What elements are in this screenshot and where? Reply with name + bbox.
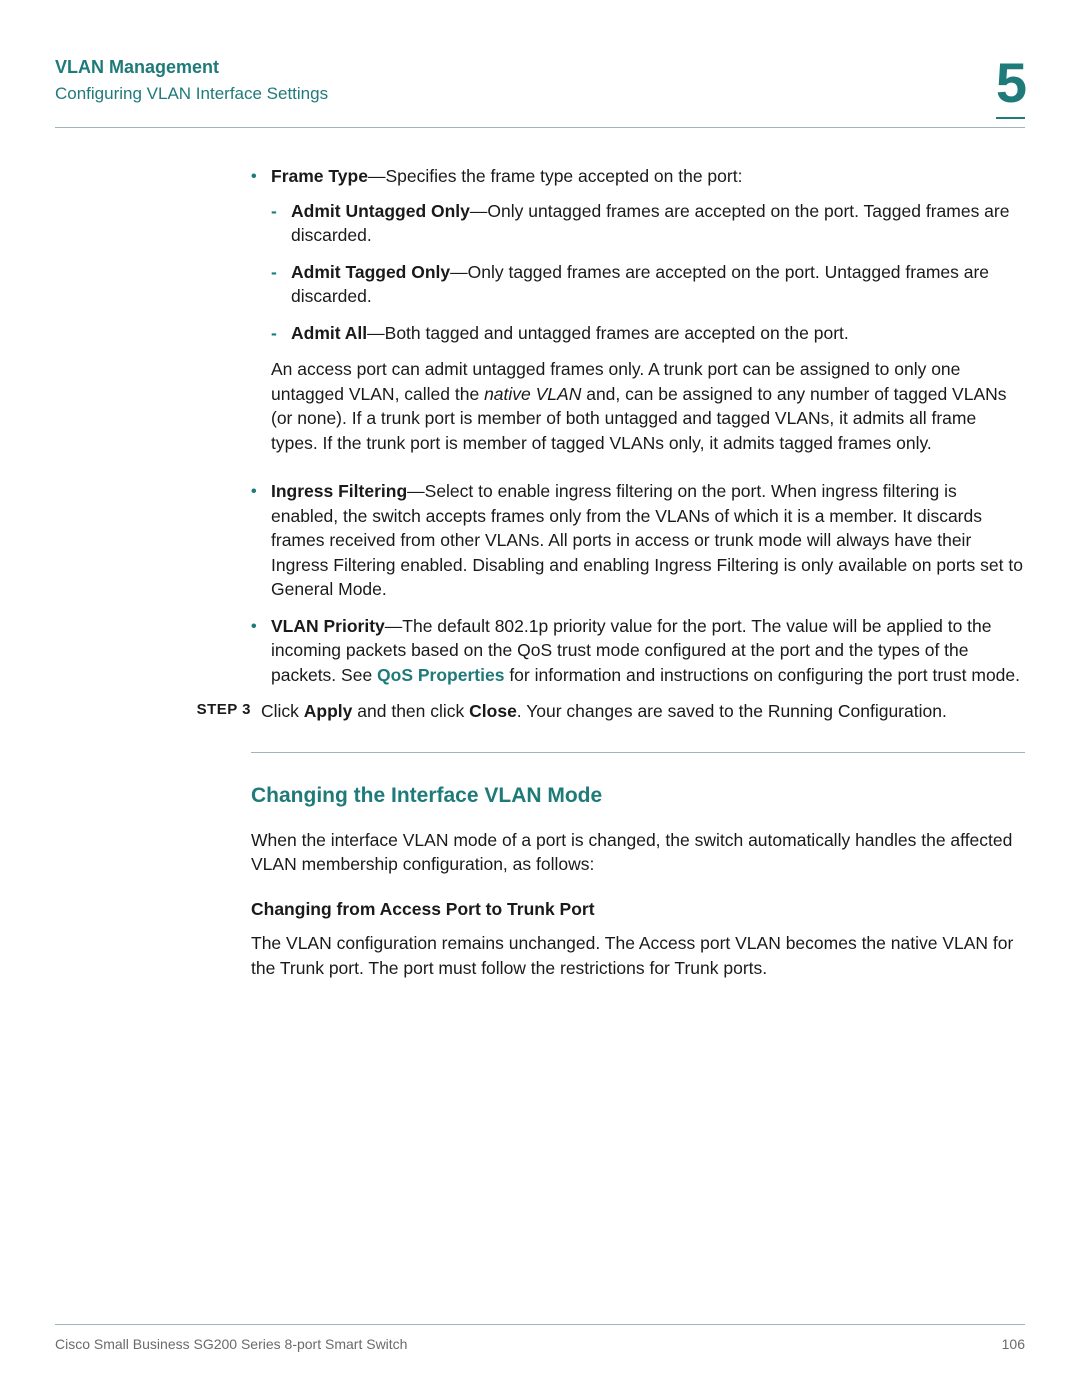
bullet-ingress-filtering: • Ingress Filtering—Select to enable ing… (251, 479, 1025, 602)
section-heading: Changing the Interface VLAN Mode (251, 781, 1025, 810)
step-label: STEP 3 (156, 699, 261, 724)
sub-heading: Changing from Access Port to Trunk Port (251, 897, 1025, 922)
term: Frame Type (271, 166, 368, 186)
bullet-marker-icon: • (251, 614, 271, 688)
t: Click (261, 701, 304, 721)
chapter-subtitle: Configuring VLAN Interface Settings (55, 82, 965, 106)
term: Ingress Filtering (271, 481, 407, 501)
dash-marker-icon: - (271, 321, 291, 346)
page-header: VLAN Management Configuring VLAN Interfa… (55, 55, 1025, 119)
bullet-marker-icon: • (251, 164, 271, 467)
step-3: STEP 3 Click Apply and then click Close.… (156, 699, 1025, 724)
dash-marker-icon: - (271, 199, 291, 248)
sub-body: The VLAN configuration remains unchanged… (251, 931, 1025, 980)
frame-type-options: - Admit Untagged Only—Only untagged fram… (271, 199, 1025, 346)
desc: —Both tagged and untagged frames are acc… (367, 323, 849, 343)
desc-post: for information and instructions on conf… (504, 665, 1020, 685)
term: Admit Untagged Only (291, 201, 470, 221)
dash-item: - Admit All—Both tagged and untagged fra… (271, 321, 1025, 346)
step-body: Click Apply and then click Close. Your c… (261, 699, 1025, 724)
desc: —Specifies the frame type accepted on th… (368, 166, 743, 186)
bullet-vlan-priority: • VLAN Priority—The default 802.1p prior… (251, 614, 1025, 688)
page-number: 106 (1002, 1335, 1025, 1355)
close-text: Close (469, 701, 517, 721)
qos-properties-link[interactable]: QoS Properties (377, 665, 504, 685)
section-divider (251, 752, 1025, 753)
footer-divider (55, 1324, 1025, 1325)
bullet-marker-icon: • (251, 479, 271, 602)
frame-type-note: An access port can admit untagged frames… (271, 357, 1025, 455)
chapter-number-underline (996, 117, 1025, 119)
header-left: VLAN Management Configuring VLAN Interfa… (55, 55, 965, 106)
chapter-number: 5 (996, 51, 1025, 114)
footer-left: Cisco Small Business SG200 Series 8-port… (55, 1335, 407, 1355)
section-intro: When the interface VLAN mode of a port i… (251, 828, 1025, 877)
dash-item: - Admit Tagged Only—Only tagged frames a… (271, 260, 1025, 309)
apply-text: Apply (304, 701, 353, 721)
chapter-title: VLAN Management (55, 55, 965, 80)
dash-item: - Admit Untagged Only—Only untagged fram… (271, 199, 1025, 248)
page: VLAN Management Configuring VLAN Interfa… (0, 0, 1080, 1397)
term: VLAN Priority (271, 616, 385, 636)
term: Admit Tagged Only (291, 262, 450, 282)
bullet-frame-type: • Frame Type—Specifies the frame type ac… (251, 164, 1025, 467)
page-footer: Cisco Small Business SG200 Series 8-port… (55, 1324, 1025, 1355)
content-area: • Frame Type—Specifies the frame type ac… (251, 164, 1025, 980)
t: and then click (352, 701, 469, 721)
chapter-number-block: 5 (965, 55, 1025, 119)
term: Admit All (291, 323, 367, 343)
header-divider (55, 127, 1025, 128)
dash-marker-icon: - (271, 260, 291, 309)
note-em: native VLAN (484, 384, 581, 404)
t: . Your changes are saved to the Running … (517, 701, 947, 721)
